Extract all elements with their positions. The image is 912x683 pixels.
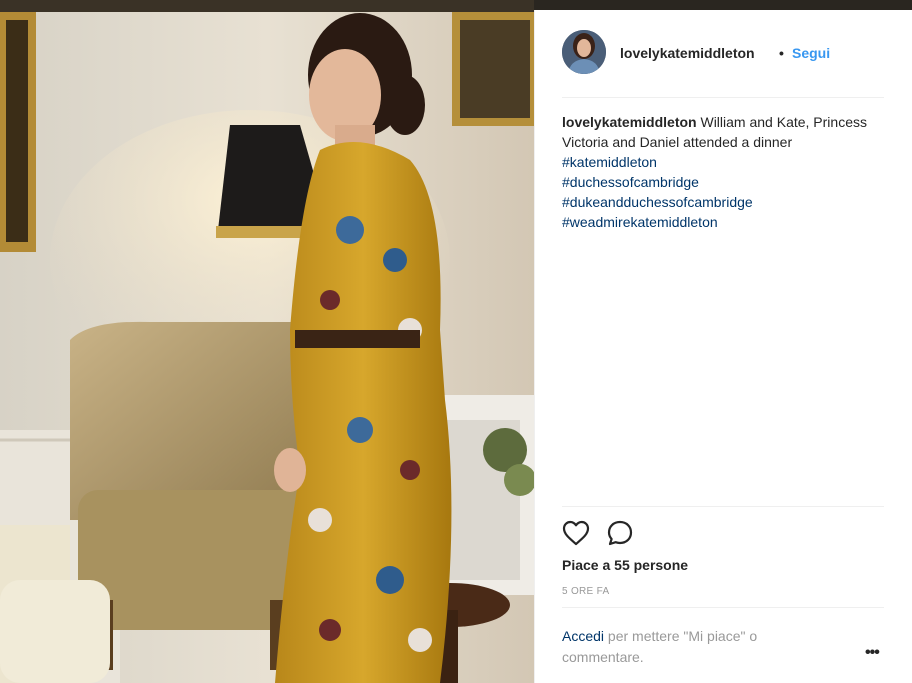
hashtag-link[interactable]: #dukeandduchessofcambridge: [562, 192, 872, 212]
separator-dot: •: [779, 45, 784, 61]
likes-count[interactable]: Piace a 55 persone: [562, 557, 688, 573]
more-options-icon[interactable]: •••: [865, 644, 880, 662]
speech-bubble-icon[interactable]: [605, 518, 635, 548]
caption-username-link[interactable]: lovelykatemiddleton: [562, 114, 697, 130]
actions-divider: [562, 506, 884, 507]
hashtag-link[interactable]: #duchessofcambridge: [562, 172, 872, 192]
post-timestamp: 5 ORE FA: [562, 586, 610, 597]
post-header: lovelykatemiddleton • Segui: [535, 10, 912, 98]
footer-divider: [562, 607, 884, 608]
follow-button[interactable]: Segui: [792, 45, 830, 61]
avatar-image: [562, 30, 606, 74]
post-photo[interactable]: [0, 0, 534, 683]
login-link[interactable]: Accedi: [562, 628, 604, 644]
photo-illustration: [0, 0, 534, 683]
avatar[interactable]: [562, 30, 606, 74]
post-side-panel: lovelykatemiddleton • Segui lovelykatemi…: [534, 10, 912, 683]
login-prompt: Accedi per mettere "Mi piace" o commenta…: [562, 626, 832, 668]
heart-outline-icon[interactable]: [561, 518, 591, 548]
header-username-link[interactable]: lovelykatemiddleton: [620, 45, 755, 61]
post-caption: lovelykatemiddleton William and Kate, Pr…: [562, 112, 872, 232]
hashtag-link[interactable]: #weadmirekatemiddleton: [562, 212, 872, 232]
header-divider: [562, 97, 884, 98]
hashtag-link[interactable]: #katemiddleton: [562, 154, 657, 170]
top-strip: [534, 0, 912, 10]
